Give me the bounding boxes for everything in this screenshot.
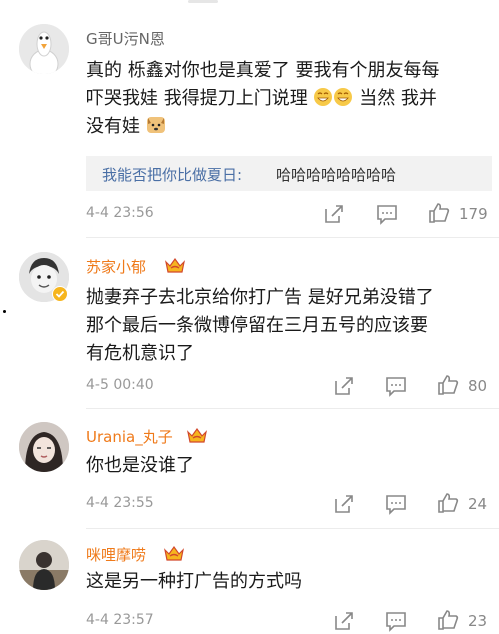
reply-text: 哈哈哈哈哈哈哈哈 bbox=[276, 166, 397, 184]
share-icon[interactable] bbox=[333, 375, 355, 397]
avatar[interactable] bbox=[19, 422, 69, 472]
crown-badge-icon bbox=[164, 545, 184, 561]
comment-line: 你也是没谁了 bbox=[86, 455, 194, 476]
comment-line: 抛妻弃子去北京给你打广告 是好兄弟没错了 bbox=[86, 287, 434, 308]
timestamp: 4-4 23:56 bbox=[86, 205, 154, 221]
verified-badge-icon bbox=[52, 286, 68, 302]
avatar[interactable] bbox=[19, 24, 69, 74]
comment-line-text: 吓哭我娃 我得提刀上门说理 bbox=[86, 88, 308, 109]
timestamp: 4-4 23:55 bbox=[86, 495, 154, 511]
like-count: 24 bbox=[468, 495, 488, 513]
comment-item: 咪哩摩唠 这是另一种打广告的方式吗 4-4 23:57 23 bbox=[0, 528, 499, 634]
timestamp: 4-4 23:57 bbox=[86, 612, 154, 628]
crown-badge-icon bbox=[165, 257, 185, 273]
goose-avatar-icon bbox=[19, 24, 69, 74]
comment-text: 这是另一种打广告的方式吗 bbox=[86, 568, 302, 596]
share-icon[interactable] bbox=[333, 610, 355, 632]
grin-emoji-icon bbox=[314, 88, 333, 106]
share-icon[interactable] bbox=[333, 493, 355, 515]
comment-icon[interactable] bbox=[385, 610, 407, 632]
comment-text: 你也是没谁了 bbox=[86, 452, 194, 480]
comment-icon[interactable] bbox=[385, 493, 407, 515]
comment-icon[interactable] bbox=[385, 375, 407, 397]
grin-emoji-icon bbox=[334, 88, 353, 106]
username[interactable]: Urania_丸子 bbox=[86, 426, 173, 447]
reply-preview[interactable]: 我能否把你比做夏日: 哈哈哈哈哈哈哈哈 bbox=[86, 156, 492, 191]
comment-line: 那个最后一条微博停留在三月五号的应该要 bbox=[86, 315, 428, 336]
crown-badge-icon bbox=[187, 427, 207, 443]
comment-line: 有危机意识了 bbox=[86, 343, 194, 364]
comment-line-text: 没有娃 bbox=[86, 116, 140, 137]
comment-line-text: 当然 我并 bbox=[359, 88, 437, 109]
reply-username[interactable]: 我能否把你比做夏日: bbox=[102, 164, 242, 185]
username[interactable]: G哥U污N恩 bbox=[86, 28, 165, 49]
like-count: 23 bbox=[468, 612, 488, 630]
avatar[interactable] bbox=[19, 540, 69, 590]
like-icon[interactable] bbox=[437, 492, 459, 514]
username[interactable]: 咪哩摩唠 bbox=[86, 544, 146, 565]
comment-line: 真的 栎鑫对你也是真爱了 要我有个朋友每每 bbox=[86, 60, 440, 81]
comment-line: 没有娃 bbox=[86, 113, 439, 141]
like-count: 179 bbox=[459, 205, 488, 223]
like-count: 80 bbox=[468, 377, 488, 395]
comment-line: 吓哭我娃 我得提刀上门说理 当然 我并 bbox=[86, 85, 439, 113]
comment-item: 苏家小郁 抛妻弃子去北京给你打广告 是好兄弟没错了 那个最后一条微博停留在三月五… bbox=[0, 238, 499, 409]
comment-item: G哥U污N恩 真的 栎鑫对你也是真爱了 要我有个朋友每每 吓哭我娃 我得提刀上门… bbox=[0, 0, 499, 238]
comment-text: 抛妻弃子去北京给你打广告 是好兄弟没错了 那个最后一条微博停留在三月五号的应该要… bbox=[86, 284, 434, 368]
share-icon[interactable] bbox=[323, 203, 345, 225]
person-portrait-avatar bbox=[19, 540, 69, 590]
like-icon[interactable] bbox=[437, 374, 459, 396]
like-icon[interactable] bbox=[428, 202, 450, 224]
comment-icon[interactable] bbox=[376, 203, 398, 225]
comment-text: 真的 栎鑫对你也是真爱了 要我有个朋友每每 吓哭我娃 我得提刀上门说理 当然 我… bbox=[86, 57, 439, 141]
comment-item: Urania_丸子 你也是没谁了 4-4 23:55 24 bbox=[0, 408, 499, 529]
username[interactable]: 苏家小郁 bbox=[86, 256, 146, 277]
like-icon[interactable] bbox=[437, 609, 459, 631]
timestamp: 4-5 00:40 bbox=[86, 377, 154, 393]
dog-emoji-icon bbox=[146, 117, 165, 133]
woman-portrait-avatar bbox=[19, 422, 69, 472]
comment-line: 这是另一种打广告的方式吗 bbox=[86, 571, 302, 592]
